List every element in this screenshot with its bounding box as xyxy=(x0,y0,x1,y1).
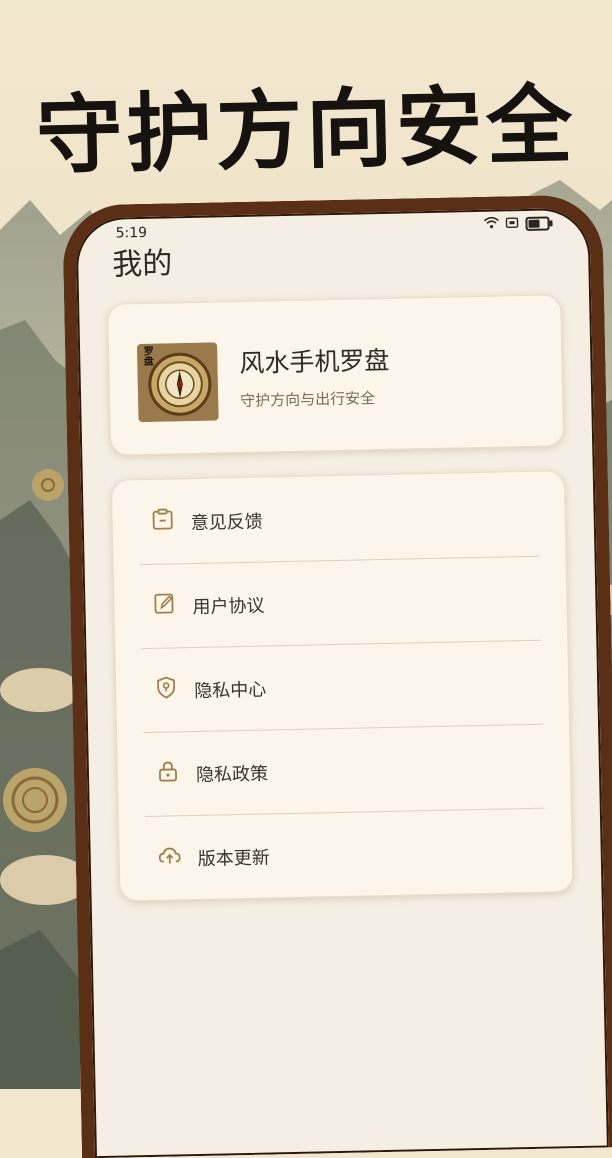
logo-text: 罗盘 xyxy=(139,346,154,366)
menu-item-privacy-center[interactable]: 隐私中心 xyxy=(141,640,543,733)
cloud-upload-icon xyxy=(157,843,181,867)
battery-icon xyxy=(525,216,549,230)
app-name: 风水手机罗盘 xyxy=(239,341,390,380)
feedback-icon xyxy=(150,507,174,531)
lock-icon xyxy=(156,759,180,783)
menu-item-feedback[interactable]: 意见反馈 xyxy=(138,472,540,565)
signal-icon xyxy=(505,216,519,232)
menu-item-privacy-policy[interactable]: 隐私政策 xyxy=(143,724,545,817)
edit-icon xyxy=(152,591,176,615)
menu-item-label: 版本更新 xyxy=(197,843,270,871)
menu-item-label: 意见反馈 xyxy=(190,508,263,536)
status-icons xyxy=(483,215,549,232)
menu-item-label: 用户协议 xyxy=(192,592,265,620)
app-info-card: 罗盘 风水手机罗盘 守护方向与出行安全 xyxy=(107,294,564,455)
promo-headline: 守护方向安全 xyxy=(0,54,612,192)
menu-item-label: 隐私中心 xyxy=(194,675,267,703)
battery-fill xyxy=(528,220,539,228)
status-bar: 5:19 xyxy=(115,214,549,245)
menu-item-version-update[interactable]: 版本更新 xyxy=(145,808,547,900)
shield-location-icon xyxy=(154,675,178,699)
wifi-icon xyxy=(483,216,499,232)
page-title: 我的 xyxy=(112,238,173,283)
menu-item-label: 隐私政策 xyxy=(196,759,269,787)
compass-logo: 罗盘 xyxy=(137,342,219,422)
menu-card: 意见反馈 用户协议 隐私中心 隐私政策 版本更新 xyxy=(111,470,574,901)
phone-frame: 5:19 我的 罗盘 风水手机罗盘 守护方向与出行安全 xyxy=(62,194,612,1158)
app-tagline: 守护方向与出行安全 xyxy=(240,387,375,411)
menu-item-user-agreement[interactable]: 用户协议 xyxy=(140,556,542,649)
